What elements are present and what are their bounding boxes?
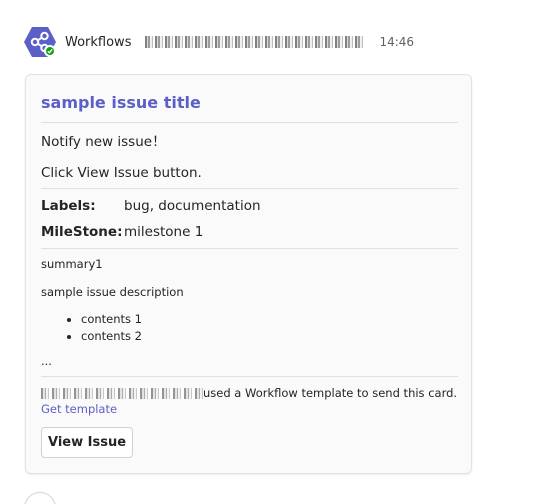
divider <box>41 248 458 249</box>
contents-list: contents 1 contents 2 <box>41 311 142 345</box>
presence-available-icon <box>44 45 56 57</box>
list-item: contents 2 <box>81 328 142 345</box>
view-issue-button[interactable]: View Issue <box>41 427 133 458</box>
list-item: contents 1 <box>81 311 142 328</box>
message-header: Workflows 14:46 <box>65 32 414 52</box>
notify-text: Notify new issue！ <box>41 134 166 150</box>
ellipsis-text: ... <box>41 354 52 368</box>
sender-name[interactable]: Workflows <box>65 35 131 50</box>
message-timestamp: 14:46 <box>379 35 415 49</box>
description-text: sample issue description <box>41 285 184 299</box>
divider <box>41 122 458 123</box>
redacted-sender-detail <box>145 36 366 48</box>
get-template-link[interactable]: Get template <box>41 402 117 416</box>
instruction-text: Click View Issue button. <box>41 165 202 181</box>
fact-key-milestone: MileStone: <box>41 224 123 240</box>
card-title: sample issue title <box>41 93 201 112</box>
fact-key-labels: Labels: <box>41 198 96 214</box>
fact-value-labels: bug, documentation <box>124 198 261 214</box>
divider <box>41 188 458 189</box>
divider <box>41 376 458 377</box>
reaction-button[interactable] <box>24 492 56 504</box>
adaptive-card: sample issue title Notify new issue！ Cli… <box>25 74 472 474</box>
redacted-user-name <box>41 388 203 399</box>
chat-message: Workflows 14:46 sample issue title Notif… <box>0 0 540 504</box>
summary-text: summary1 <box>41 257 103 271</box>
footer-text: used a Workflow template to send this ca… <box>203 386 458 400</box>
fact-value-milestone: milestone 1 <box>124 224 204 240</box>
template-footer: used a Workflow template to send this ca… <box>41 385 461 417</box>
